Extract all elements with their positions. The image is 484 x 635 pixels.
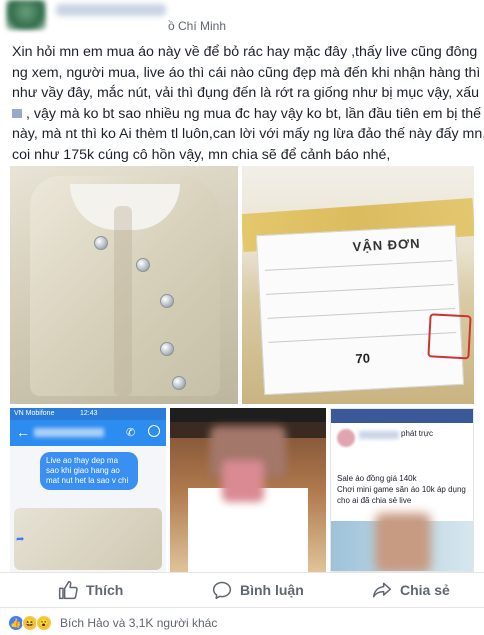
waybill-number: 70 xyxy=(355,350,371,367)
reactions-summary[interactable]: 👍 😆 😮 Bích Hảo và 3,1K người khác xyxy=(8,614,217,632)
waybill-rule xyxy=(264,260,453,271)
post-line: này, mà nt thì ko Ai thèm tl luôn,can lờ… xyxy=(12,126,484,142)
phone-carrier: VN Mobifone xyxy=(14,410,55,417)
seller-avatar xyxy=(337,429,355,447)
author-name-redacted[interactable] xyxy=(56,4,166,16)
waybill-title: VẬN ĐƠN xyxy=(352,235,421,255)
post-line-with-blot: , vậy mà ko bt sao nhiều ng mua đc hay v… xyxy=(12,104,481,125)
comment-icon xyxy=(212,581,232,600)
jacket-button xyxy=(160,294,174,308)
jacket-button xyxy=(172,376,186,390)
post-line: coi như 175k cúng cô hồn vậy, mn chia sẽ… xyxy=(12,146,391,163)
like-button[interactable]: Thích xyxy=(58,573,123,607)
chat-bubble: Live ao thay dep ma sao khi giao hang ao… xyxy=(40,452,138,490)
post-header: ồ Chí Minh xyxy=(0,0,484,38)
post-line: ng xem, người mua, live áo thì cái nào c… xyxy=(12,64,481,81)
share-arrow-icon xyxy=(372,582,392,598)
jacket-button xyxy=(136,258,150,272)
back-arrow-icon: ← xyxy=(16,424,30,440)
comment-label: Bình luận xyxy=(240,582,304,598)
info-icon xyxy=(148,425,160,437)
phone-time: 12:43 xyxy=(80,410,98,417)
waybill-rule xyxy=(267,308,456,319)
post-location[interactable]: ồ Chí Minh xyxy=(168,19,226,33)
redaction-mark xyxy=(12,109,22,119)
jacket-button xyxy=(94,236,108,250)
chat-jacket-image xyxy=(14,508,162,570)
seller-name-redacted xyxy=(359,431,399,439)
author-avatar[interactable] xyxy=(6,0,46,30)
phone-status-bar xyxy=(170,408,326,422)
photo-fb-live-post[interactable]: phát trực Sale áo đồng giá 140k Chơi min… xyxy=(330,408,474,572)
live-label: phát trực xyxy=(401,429,434,438)
reactions-count-text[interactable]: Bích Hảo và 3,1K người khác xyxy=(60,616,217,630)
photo-chat-screenshot[interactable]: VN Mobifone 12:43 ← ✆ Live ao thay dep m… xyxy=(10,408,166,572)
blurred-face-small xyxy=(222,460,264,502)
share-button[interactable]: Chia sẻ xyxy=(372,573,450,607)
like-label: Thích xyxy=(86,582,124,598)
chat-header: ← ✆ xyxy=(10,420,166,446)
fb-status-bar xyxy=(331,409,473,423)
share-icon: ➦ xyxy=(16,534,25,545)
post-action-bar: Thích Bình luận Chia sẻ xyxy=(0,572,484,608)
share-label: Chia sẻ xyxy=(400,582,450,598)
post-line: , vậy mà ko bt sao nhiều ng mua đc hay v… xyxy=(26,105,482,122)
phone-call-icon: ✆ xyxy=(126,427,136,439)
jacket-placket xyxy=(114,206,132,396)
wow-reaction-icon: 😮 xyxy=(36,615,52,631)
seller-post-text: Sale áo đồng giá 140k Chơi mini game săn… xyxy=(337,474,466,505)
photo-livestream[interactable] xyxy=(170,408,326,572)
post-line: Xin hỏi mn em mua áo này về để bỏ rác ha… xyxy=(12,44,478,60)
photo-waybill[interactable]: VẬN ĐƠN 70 xyxy=(242,166,474,404)
thumbs-up-icon xyxy=(58,580,78,600)
post-line: như vầy đây, mắc nút, vải thì đụng đến l… xyxy=(12,85,480,101)
photo-jacket-closeup[interactable] xyxy=(10,166,238,404)
jacket-button xyxy=(160,342,174,356)
comment-button[interactable]: Bình luận xyxy=(212,573,304,607)
post-body: Xin hỏi mn em mua áo này về để bỏ rác ha… xyxy=(12,42,484,165)
waybill-label: VẬN ĐƠN 70 xyxy=(255,224,472,396)
waybill-stamp xyxy=(427,313,472,360)
chat-contact-redacted xyxy=(34,428,104,437)
blurred-face xyxy=(375,513,431,571)
phone-status-bar: VN Mobifone 12:43 xyxy=(10,408,166,420)
waybill-rule xyxy=(266,284,454,295)
